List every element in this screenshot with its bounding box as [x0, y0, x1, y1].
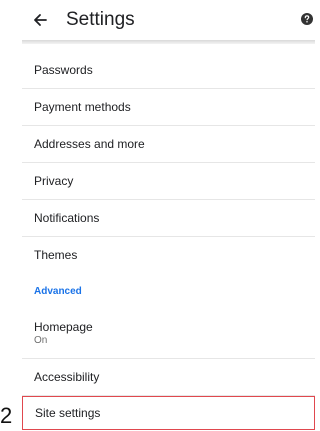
- help-button[interactable]: [300, 12, 314, 26]
- themes-label: Themes: [34, 248, 78, 262]
- app-bar: Settings: [0, 0, 315, 40]
- help-icon: [301, 13, 313, 25]
- site-settings-item[interactable]: Site settings: [22, 396, 315, 430]
- settings-list: Passwords Payment methods Addresses and …: [22, 52, 315, 430]
- payment-methods-label: Payment methods: [34, 99, 131, 114]
- settings-screen: Settings Passwords Payment methods Addre…: [0, 0, 315, 431]
- notifications-label: Notifications: [34, 210, 100, 225]
- site-settings-label: Site settings: [35, 405, 101, 420]
- arrow-left-icon: [34, 14, 47, 26]
- notifications-item[interactable]: Notifications: [22, 200, 315, 237]
- themes-item[interactable]: Themes: [22, 237, 315, 274]
- payment-methods-item[interactable]: Payment methods: [22, 89, 315, 126]
- homepage-item[interactable]: Homepage On: [22, 309, 315, 359]
- addresses-item[interactable]: Addresses and more: [22, 126, 315, 163]
- accessibility-label: Accessibility: [34, 369, 100, 384]
- back-button[interactable]: [28, 8, 52, 32]
- homepage-label: Homepage: [34, 320, 93, 334]
- passwords-label: Passwords: [34, 62, 93, 77]
- accessibility-item[interactable]: Accessibility: [22, 359, 315, 396]
- addresses-label: Addresses and more: [34, 136, 145, 151]
- advanced-section-header: Advanced: [34, 286, 82, 297]
- step-number-annotation: 2: [0, 403, 13, 428]
- app-bar-shadow: [22, 40, 315, 44]
- page-title: Settings: [66, 9, 135, 30]
- privacy-label: Privacy: [34, 173, 74, 188]
- passwords-item[interactable]: Passwords: [22, 52, 315, 89]
- homepage-status: On: [34, 335, 48, 346]
- privacy-item[interactable]: Privacy: [22, 163, 315, 200]
